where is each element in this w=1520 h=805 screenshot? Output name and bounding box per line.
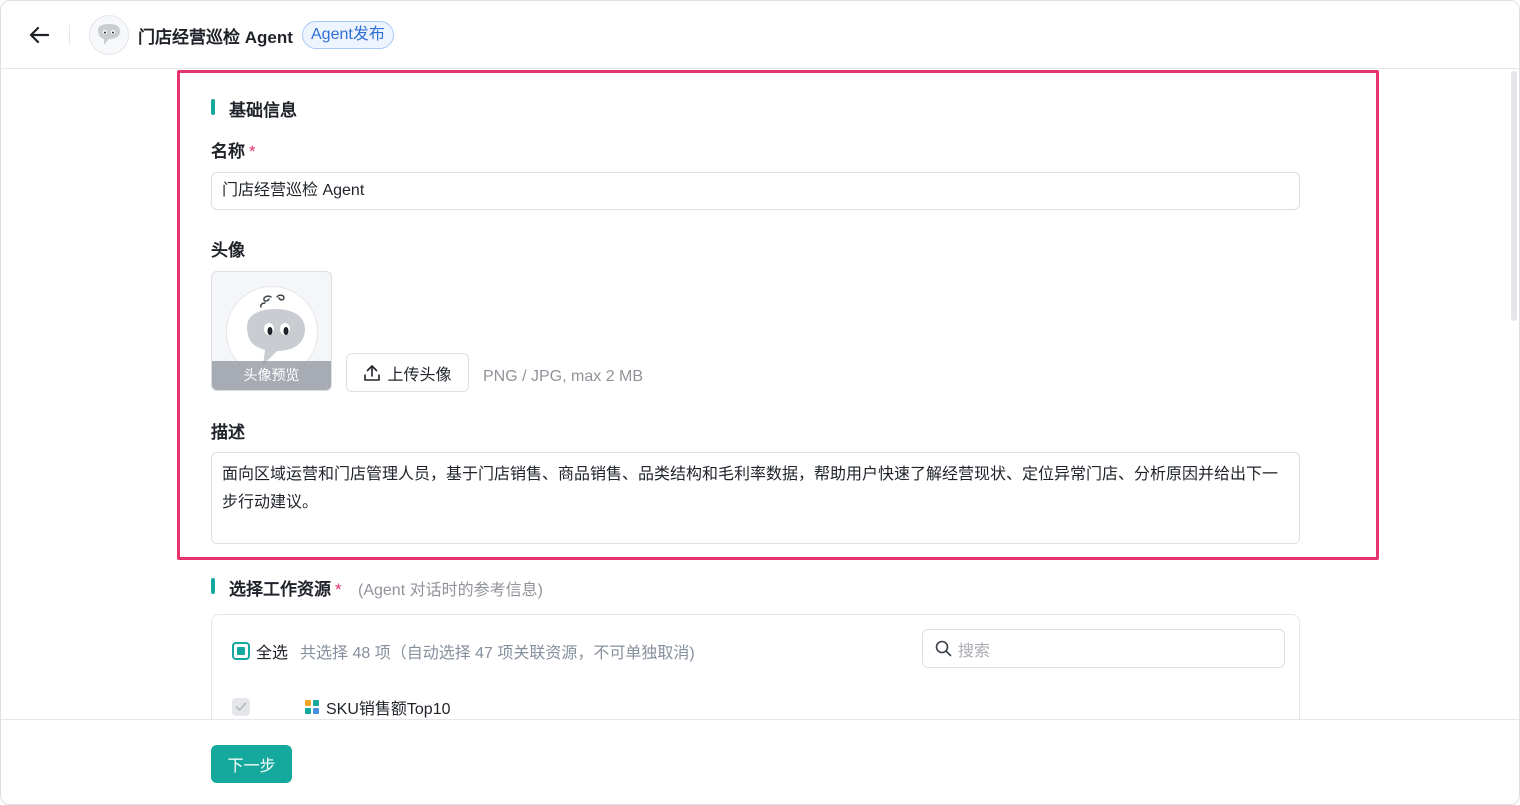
agent-avatar [89, 15, 129, 55]
upload-avatar-button[interactable]: 上传头像 [346, 353, 469, 392]
top-bar: 门店经营巡检 Agent Agent发布 [1, 1, 1519, 69]
resources-hint: (Agent 对话时的参考信息) [358, 582, 543, 599]
publish-tag: Agent发布 [302, 21, 394, 49]
avatar-caption: 头像预览 [212, 361, 331, 390]
section-title-resources: 选择工作资源 * [229, 580, 342, 599]
row-checkbox[interactable] [232, 698, 250, 716]
search-input[interactable]: 搜索 [922, 629, 1285, 668]
avatar-preview: 头像预览 [211, 271, 332, 391]
name-input[interactable]: 门店经营巡检 Agent [211, 172, 1300, 210]
dataset-icon [305, 700, 319, 714]
upload-icon [364, 364, 381, 381]
description-label: 描述 [211, 423, 245, 442]
resource-name: SKU销售额Top10 [326, 701, 451, 718]
select-all-label: 全选 [256, 645, 289, 662]
search-placeholder: 搜索 [958, 642, 991, 660]
upload-button-label: 上传头像 [387, 366, 452, 384]
scrollbar[interactable] [1511, 71, 1517, 321]
list-item[interactable]: SKU销售额Top10 [232, 695, 451, 719]
section-marker [211, 578, 215, 594]
section-title-basic-info: 基础信息 [229, 101, 297, 120]
search-icon [935, 640, 952, 657]
required-mark: * [335, 580, 342, 599]
section-marker [211, 99, 215, 115]
back-arrow-icon[interactable] [25, 23, 53, 47]
resource-panel: 全选 共选择 48 项（自动选择 47 项关联资源，不可单独取消) 搜索 SKU… [211, 614, 1300, 734]
header-divider [69, 25, 70, 45]
footer-bar: 下一步 [1, 719, 1519, 804]
agent-title: 门店经营巡检 Agent [138, 28, 293, 47]
next-step-button[interactable]: 下一步 [211, 745, 292, 783]
agent-mascot-icon [98, 24, 120, 45]
upload-hint: PNG / JPG, max 2 MB [483, 368, 644, 385]
selection-summary: 共选择 48 项（自动选择 47 项关联资源，不可单独取消) [300, 645, 695, 662]
description-textarea[interactable]: 面向区域运营和门店管理人员，基于门店销售、商品销售、品类结构和毛利率数据，帮助用… [211, 452, 1300, 544]
required-mark: * [249, 142, 256, 161]
select-all[interactable]: 全选 共选择 48 项（自动选择 47 项关联资源，不可单独取消) [232, 639, 695, 663]
app-window: 门店经营巡检 Agent Agent发布 基础信息 名称 * 门店经营巡检 Age… [0, 0, 1520, 805]
avatar-label: 头像 [211, 241, 245, 260]
name-label: 名称 * [211, 142, 256, 161]
select-all-checkbox[interactable] [232, 642, 250, 660]
